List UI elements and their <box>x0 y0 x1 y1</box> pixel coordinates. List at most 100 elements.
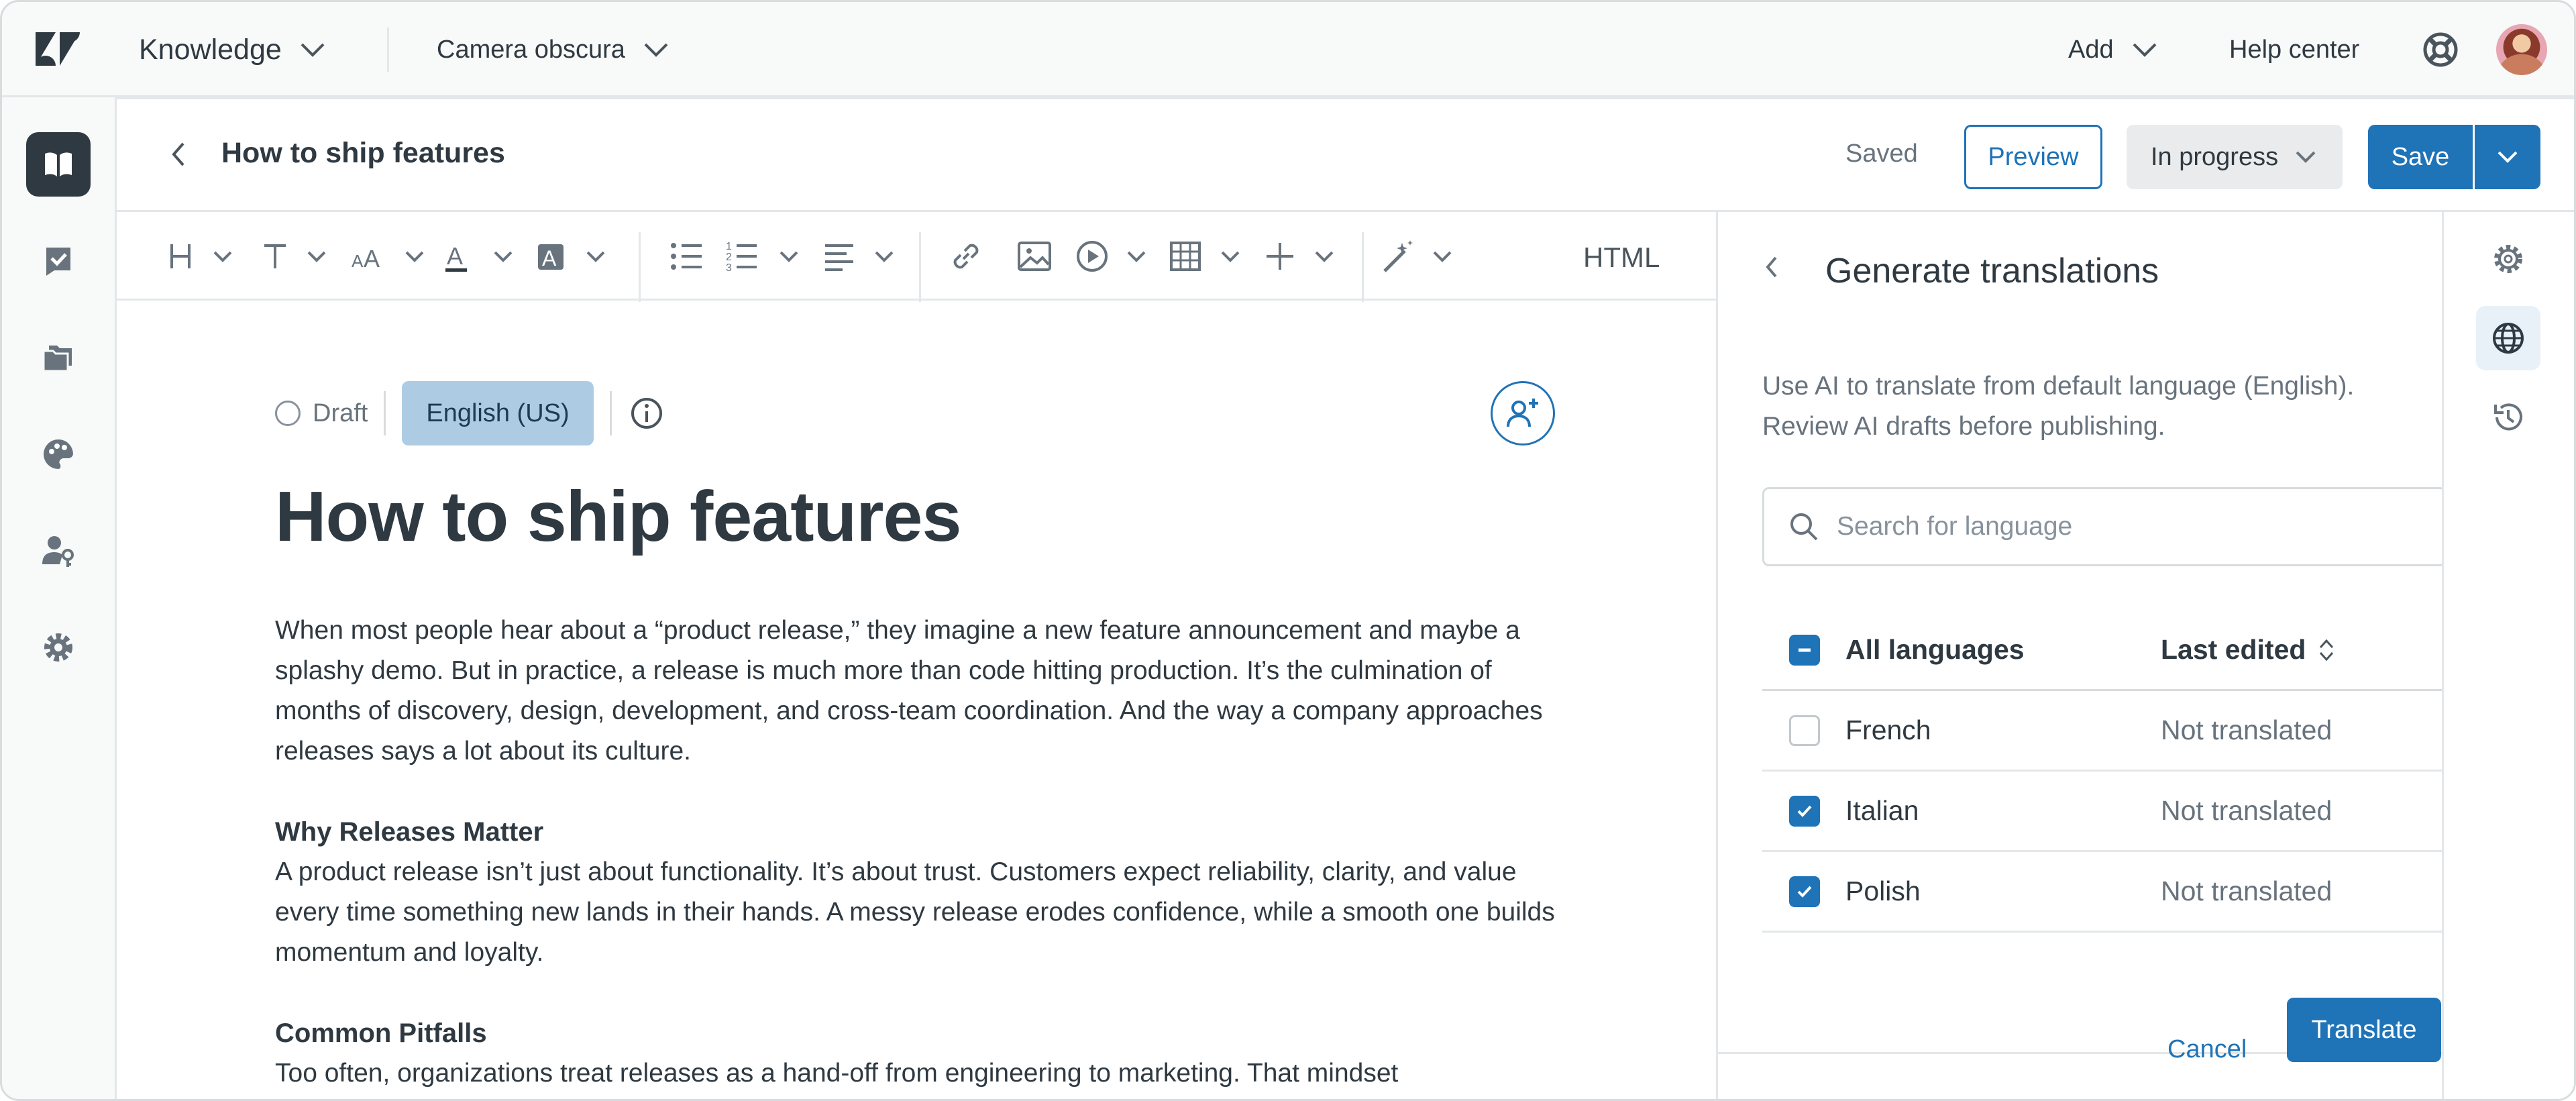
toolbar-divider <box>919 232 921 302</box>
help-center-link[interactable]: Help center <box>2229 2 2359 97</box>
chevron-left-icon <box>172 142 184 166</box>
chevron-down-icon <box>2133 43 2157 57</box>
bullet-list-icon <box>671 243 702 270</box>
article-paragraph: When most people hear about a “product r… <box>275 611 1583 772</box>
editor-toolbar: AA A A 123 HTML <box>117 212 1716 302</box>
heading-tool[interactable] <box>166 238 240 275</box>
save-options-button[interactable] <box>2475 125 2540 189</box>
top-bar: Knowledge Camera obscura Add Help center <box>2 2 2574 97</box>
preview-button[interactable]: Preview <box>1964 125 2102 189</box>
chevron-down-icon <box>301 43 325 57</box>
select-all-checkbox[interactable] <box>1789 634 1820 666</box>
table-tool[interactable] <box>1169 238 1253 275</box>
chevron-down-icon <box>2296 151 2316 163</box>
ai-assist-tool[interactable] <box>1381 238 1465 275</box>
numbered-list-icon: 123 <box>726 241 798 274</box>
panel-back-button[interactable] <box>1752 247 1792 287</box>
chevron-left-icon <box>1766 256 1777 278</box>
column-header-last-edited-label: Last edited <box>2161 634 2306 665</box>
nav-settings[interactable] <box>26 615 91 680</box>
cancel-button[interactable]: Cancel <box>2167 1035 2247 1064</box>
back-button[interactable] <box>157 133 200 176</box>
language-status: Not translated <box>2161 876 2332 906</box>
section-heading: Why Releases Matter <box>275 817 544 847</box>
rail-history-button[interactable] <box>2476 385 2540 450</box>
status-dropdown[interactable]: In progress <box>2127 125 2343 189</box>
add-collaborator-button[interactable] <box>1491 381 1555 445</box>
column-header-last-edited[interactable]: Last edited <box>2161 634 2335 666</box>
save-button[interactable]: Save <box>2368 125 2473 189</box>
nav-tasks[interactable] <box>26 229 91 293</box>
font-size-icon: AA <box>352 245 424 272</box>
nav-sections[interactable] <box>26 325 91 390</box>
image-tool[interactable] <box>1016 238 1053 275</box>
article-editor[interactable]: Draft English (US) How to ship features <box>117 301 1716 1099</box>
font-size-tool[interactable]: AA <box>350 238 431 275</box>
language-checkbox[interactable] <box>1789 715 1820 746</box>
link-tool[interactable] <box>947 238 985 275</box>
nav-user-permissions[interactable] <box>26 519 91 583</box>
support-lifebuoy-icon[interactable] <box>2422 32 2459 68</box>
insert-tool[interactable] <box>1263 238 1347 275</box>
table-row[interactable]: Polish Not translated <box>1762 852 2447 933</box>
table-icon <box>1170 242 1240 271</box>
article-title[interactable]: How to ship features <box>275 476 961 558</box>
language-status: Not translated <box>2161 795 2332 826</box>
article-paragraph: Common Pitfalls Too often, organizations … <box>275 1013 1583 1094</box>
info-icon[interactable] <box>628 395 665 432</box>
sort-icon <box>2320 639 2334 661</box>
article-body[interactable]: When most people hear about a “product r… <box>275 611 1583 1099</box>
right-rail <box>2442 212 2574 1099</box>
book-icon <box>45 152 72 176</box>
svg-text:3: 3 <box>726 262 732 274</box>
zendesk-logo-icon[interactable] <box>36 32 80 66</box>
user-avatar[interactable] <box>2496 24 2547 75</box>
chevron-down-icon <box>644 43 668 57</box>
translate-button[interactable]: Translate <box>2287 998 2441 1062</box>
language-selector[interactable]: English (US) <box>402 381 594 445</box>
section-heading: Common Pitfalls <box>275 1018 487 1048</box>
text-style-tool[interactable] <box>260 238 334 275</box>
highlight-tool[interactable]: A <box>535 238 613 275</box>
article-meta-row: Draft English (US) <box>275 381 665 445</box>
chevron-down-icon <box>2498 151 2518 163</box>
panel-description: Use AI to translate from default languag… <box>1762 372 2355 441</box>
indeterminate-icon <box>1799 648 1811 651</box>
html-source-button[interactable]: HTML <box>1583 242 1660 274</box>
language-checkbox[interactable] <box>1789 795 1820 827</box>
toolbar-divider <box>639 232 641 302</box>
add-user-icon <box>1507 399 1538 427</box>
checkmark-icon <box>1797 886 1812 898</box>
table-row[interactable]: Italian Not translated <box>1762 772 2447 852</box>
product-switcher[interactable]: Knowledge <box>139 2 326 97</box>
column-header-language: All languages <box>1845 634 2025 665</box>
page-title: How to ship features <box>221 137 505 169</box>
svg-text:2: 2 <box>726 252 732 263</box>
image-icon <box>1018 242 1051 271</box>
brand-switcher[interactable]: Camera obscura <box>437 2 669 97</box>
draft-label: Draft <box>313 399 368 427</box>
align-tool[interactable] <box>822 238 906 275</box>
bullet-list-tool[interactable] <box>668 238 706 275</box>
rail-translations-button[interactable] <box>2476 306 2540 370</box>
language-checkbox[interactable] <box>1789 876 1820 907</box>
numbered-list-tool[interactable]: 123 <box>726 238 810 275</box>
draft-status-icon <box>275 401 301 426</box>
translations-panel: Generate translations Use AI to translat… <box>1716 212 2447 1099</box>
text-color-tool[interactable]: A <box>443 238 521 275</box>
rail-settings-button[interactable] <box>2476 227 2540 291</box>
plus-icon <box>1267 243 1334 270</box>
add-menu-button[interactable]: Add <box>2068 2 2158 97</box>
table-row[interactable]: French Not translated <box>1762 691 2447 772</box>
nav-themes[interactable] <box>26 422 91 486</box>
palette-icon <box>44 439 73 469</box>
nav-articles[interactable] <box>26 132 91 197</box>
meta-divider <box>384 391 386 435</box>
svg-text:A: A <box>447 242 463 270</box>
media-tool[interactable] <box>1075 238 1159 275</box>
language-name: Italian <box>1845 795 1919 826</box>
align-left-icon <box>825 244 894 271</box>
language-search-input[interactable]: Search for language <box>1762 487 2447 566</box>
heading-icon <box>170 244 232 268</box>
svg-text:1: 1 <box>726 241 732 252</box>
